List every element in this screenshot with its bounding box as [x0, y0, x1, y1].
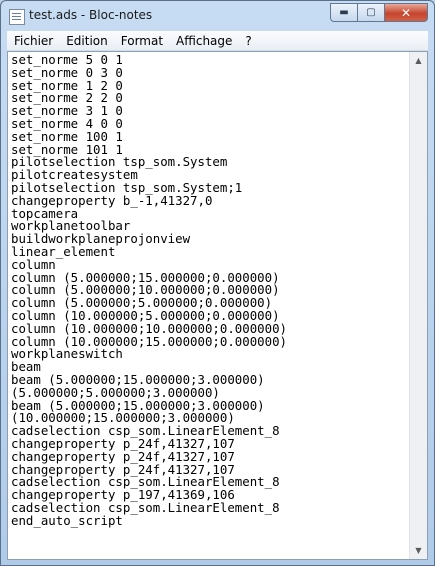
caption-buttons: ▬ ▢ ✕	[330, 3, 428, 22]
notepad-window: test.ads - Bloc-notes ▬ ▢ ✕ Fichier Edit…	[0, 0, 435, 566]
text-line: end_auto_script	[11, 512, 123, 528]
close-button[interactable]: ✕	[385, 3, 428, 22]
menu-fichier[interactable]: Fichier	[7, 34, 59, 48]
text-editor[interactable]: set_norme 5 0 1 set_norme 0 3 0 set_norme …	[7, 51, 428, 560]
minimize-button[interactable]: ▬	[330, 3, 358, 22]
maximize-button[interactable]: ▢	[358, 3, 385, 22]
maximize-icon: ▢	[366, 7, 376, 18]
menu-format[interactable]: Format	[114, 34, 169, 48]
arrow-down-icon: ▼	[415, 546, 422, 555]
text-content[interactable]: set_norme 5 0 1 set_norme 0 3 0 set_norme …	[8, 52, 410, 559]
arrow-up-icon: ▲	[415, 56, 422, 65]
menu-help[interactable]: ?	[238, 34, 257, 48]
menu-edition[interactable]: Edition	[59, 34, 114, 48]
text-line: workplaneswitch	[11, 346, 123, 362]
title-bar[interactable]: test.ads - Bloc-notes ▬ ▢ ✕	[1, 1, 434, 31]
window-title: test.ads - Bloc-notes	[29, 8, 153, 22]
text-line: linear_element	[11, 243, 116, 259]
minimize-icon: ▬	[339, 7, 349, 18]
vertical-scrollbar[interactable]: ▲ ▼	[409, 52, 427, 559]
menu-bar: Fichier Edition Format Affichage ?	[7, 31, 428, 51]
scroll-up-button[interactable]: ▲	[410, 52, 427, 69]
notepad-icon	[9, 9, 25, 25]
menu-affichage[interactable]: Affichage	[169, 34, 238, 48]
scroll-down-button[interactable]: ▼	[410, 542, 427, 559]
close-icon: ✕	[400, 5, 412, 20]
